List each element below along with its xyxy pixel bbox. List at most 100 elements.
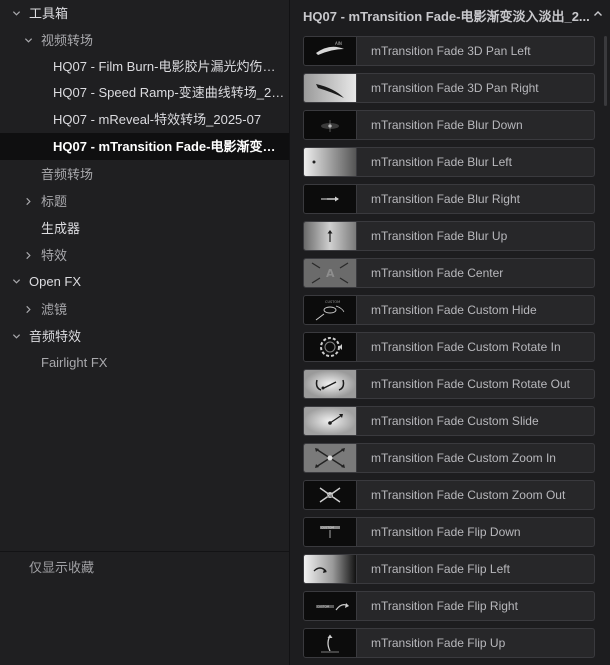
transition-item-flip-right[interactable]: CUSTOM mTransition Fade Flip Right [303,591,595,621]
tree-item-label: 滤镜 [41,302,68,317]
transition-label: mTransition Fade Custom Hide [371,303,537,317]
transition-label: mTransition Fade Custom Rotate In [371,340,561,354]
tree-item-toolbox[interactable]: 工具箱 [0,0,289,27]
chevron-right-icon[interactable] [22,296,34,323]
chevron-down-icon[interactable] [22,27,34,54]
transition-thumbnail [304,407,357,435]
transition-list-panel: HQ07 - mTransition Fade-电影渐变淡入淡出_2... AI… [291,0,610,665]
chevron-right-icon[interactable] [22,188,34,215]
transition-label: mTransition Fade Center [371,266,504,280]
tree-item-label: HQ07 - Speed Ramp-变速曲线转场_20... [53,85,285,100]
transition-label: mTransition Fade Custom Zoom Out [371,488,566,502]
transition-item-center[interactable]: AmTransition Fade Center [303,258,595,288]
chevron-up-icon[interactable] [592,8,604,20]
tree-item-label: HQ07 - Film Burn-电影胶片漏光灼伤转... [53,59,285,74]
transition-label: mTransition Fade Flip Right [371,599,518,613]
transition-label: mTransition Fade Blur Left [371,155,512,169]
transition-label: mTransition Fade Blur Down [371,118,523,132]
transition-thumbnail: OUT [304,481,357,509]
tree-item-generators[interactable]: 生成器 [0,215,289,242]
transition-item-rotate-out[interactable]: mTransition Fade Custom Rotate Out [303,369,595,399]
transition-item-custom-slide[interactable]: mTransition Fade Custom Slide [303,406,595,436]
transition-label: mTransition Fade Flip Down [371,525,521,539]
transition-thumbnail [304,444,357,472]
chevron-down-icon[interactable] [10,323,22,350]
transition-item-zoom-in[interactable]: mTransition Fade Custom Zoom In [303,443,595,473]
transition-label: mTransition Fade Flip Left [371,562,510,576]
tree-item-mreveal[interactable]: HQ07 - mReveal-特效转场_2025-07 [0,106,289,133]
transition-item-flip-up[interactable]: mTransition Fade Flip Up [303,628,595,658]
scrollbar-thumb[interactable] [604,36,607,106]
transition-thumbnail [304,555,357,583]
tree-item-label: 音频转场 [41,167,94,182]
tree-item-open-fx[interactable]: Open FX [0,268,289,295]
transition-item-flip-down[interactable]: CUSTOM mTransition Fade Flip Down [303,517,595,547]
transition-thumbnail: A [304,259,357,287]
tree-item-label: 视频转场 [41,33,94,48]
transition-label: mTransition Fade 3D Pan Right [371,81,539,95]
transition-thumbnail [304,370,357,398]
transition-thumbnail [304,629,357,657]
transition-label: mTransition Fade Custom Zoom In [371,451,556,465]
transition-thumbnail: CUSTOM [304,592,357,620]
tree-item-label: Fairlight FX [41,355,108,370]
effects-tree: 工具箱 视频转场 HQ07 - Film Burn-电影胶片漏光灼伤转... H… [0,0,290,665]
transition-thumbnail: CUSTOM [304,518,357,546]
svg-text:A: A [326,267,335,280]
chevron-right-icon[interactable] [22,242,34,269]
tree-item-titles[interactable]: 标题 [0,188,289,215]
transition-item-blur-up[interactable]: mTransition Fade Blur Up [303,221,595,251]
tree-item-label: HQ07 - mTransition Fade-电影渐变淡... [53,139,285,154]
tree-item-label: Open FX [29,274,82,289]
chevron-down-icon[interactable] [10,268,22,295]
transition-label: mTransition Fade Blur Up [371,229,508,243]
tree-divider [0,551,289,552]
tree-item-effects[interactable]: 特效 [0,242,289,269]
tree-item-label: 生成器 [41,221,81,236]
transition-item-rotate-in[interactable]: mTransition Fade Custom Rotate In [303,332,595,362]
transition-item-blur-right[interactable]: mTransition Fade Blur Right [303,184,595,214]
svg-text:OUT: OUT [327,494,335,498]
transition-thumbnail [304,222,357,250]
panel-header: HQ07 - mTransition Fade-电影渐变淡入淡出_2... [291,0,610,30]
transition-thumbnail [304,111,357,139]
svg-text:CUSTOM: CUSTOM [317,605,330,609]
transition-thumbnail [304,333,357,361]
tree-item-speed-ramp[interactable]: HQ07 - Speed Ramp-变速曲线转场_20... [0,79,289,106]
chevron-down-icon[interactable] [10,0,22,27]
svg-text:CUSTOM: CUSTOM [321,526,334,530]
tree-item-film-burn[interactable]: HQ07 - Film Burn-电影胶片漏光灼伤转... [0,53,289,80]
tree-item-label: 特效 [41,248,68,263]
tree-item-audio-transitions[interactable]: 音频转场 [0,161,289,188]
effects-library: 工具箱 视频转场 HQ07 - Film Burn-电影胶片漏光灼伤转... H… [0,0,610,665]
tree-item-label: 标题 [41,194,68,209]
panel-title: HQ07 - mTransition Fade-电影渐变淡入淡出_2... [303,9,590,24]
transition-thumbnail: AIN [304,37,357,65]
transition-item-pan-right[interactable]: mTransition Fade 3D Pan Right [303,73,595,103]
svg-text:CUSTOM: CUSTOM [325,300,340,304]
transition-label: mTransition Fade Flip Up [371,636,506,650]
transition-label: mTransition Fade 3D Pan Left [371,44,531,58]
transition-label: mTransition Fade Custom Rotate Out [371,377,570,391]
transition-item-blur-down[interactable]: mTransition Fade Blur Down [303,110,595,140]
transition-item-pan-left[interactable]: AIN mTransition Fade 3D Pan Left [303,36,595,66]
transition-label: mTransition Fade Blur Right [371,192,520,206]
transition-item-flip-left[interactable]: mTransition Fade Flip Left [303,554,595,584]
tree-item-label: 音频特效 [29,329,82,344]
tree-item-label: 工具箱 [29,6,69,21]
tree-item-label: HQ07 - mReveal-特效转场_2025-07 [53,112,262,127]
tree-item-filters[interactable]: 滤镜 [0,296,289,323]
transition-thumbnail: CUSTOM [304,296,357,324]
transition-item-custom-hide[interactable]: CUSTOM mTransition Fade Custom Hide [303,295,595,325]
favorites-only-toggle[interactable]: 仅显示收藏 [29,556,94,580]
tree-item-fairlight-fx[interactable]: Fairlight FX [0,349,289,376]
transition-label: mTransition Fade Custom Slide [371,414,539,428]
tree-item-video-transitions[interactable]: 视频转场 [0,27,289,54]
tree-item-audio-effects[interactable]: 音频特效 [0,323,289,350]
transition-thumbnail [304,185,357,213]
transition-item-zoom-out[interactable]: OUT mTransition Fade Custom Zoom Out [303,480,595,510]
transition-item-blur-left[interactable]: mTransition Fade Blur Left [303,147,595,177]
transition-thumbnail [304,74,357,102]
transition-thumbnail [304,148,357,176]
tree-item-mtransition-fade[interactable]: HQ07 - mTransition Fade-电影渐变淡... [0,133,289,160]
